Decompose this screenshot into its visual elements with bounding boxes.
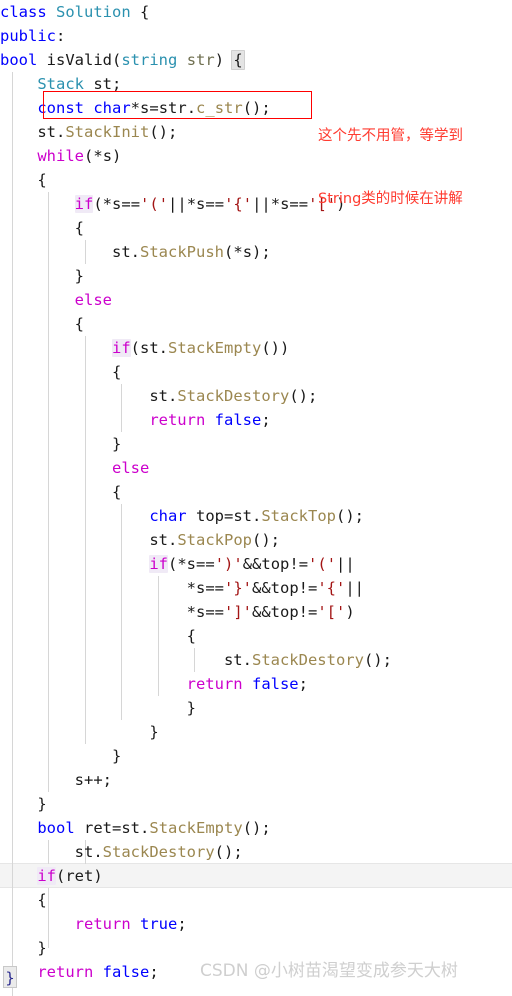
code-line-text: if(st.StackEmpty()): [111, 339, 290, 357]
code-line-text: while(*s): [37, 147, 122, 165]
code-line-text: {: [37, 171, 47, 189]
code-line[interactable]: }: [0, 936, 512, 960]
code-line-text: st.StackPush(*s);: [111, 243, 271, 261]
code-line[interactable]: class Solution {: [0, 0, 512, 24]
code-line[interactable]: else: [0, 288, 512, 312]
code-line-text: }: [186, 699, 196, 717]
code-line-text: *s==']'&&top!='['): [186, 603, 355, 621]
code-line-text: return false;: [186, 675, 308, 693]
code-line-text: if(*s==')'&&top!='('||: [149, 555, 355, 573]
code-line-text: st.StackDestory();: [149, 387, 318, 405]
red-annotation-note: 这个先不用管，等学到 String类的时候在讲解: [318, 84, 463, 252]
code-line-text: char top=st.StackTop();: [149, 507, 364, 525]
code-line[interactable]: st.StackDestory();: [0, 384, 512, 408]
code-line[interactable]: st.StackDestory();: [0, 840, 512, 864]
code-line[interactable]: {: [0, 624, 512, 648]
code-line-text: class Solution {: [0, 3, 150, 21]
code-line-text: return false;: [149, 411, 271, 429]
code-line-text: else: [74, 291, 112, 309]
code-line[interactable]: }: [0, 792, 512, 816]
code-line-text: s++;: [74, 771, 113, 789]
code-line-text: }: [111, 747, 122, 765]
code-line-text: public:: [0, 27, 66, 45]
code-line-text: bool ret=st.StackEmpty();: [37, 819, 271, 837]
code-line-text: return false;: [37, 963, 159, 981]
code-line[interactable]: }: [0, 744, 512, 768]
code-line-text: bool isValid(string str) {: [0, 50, 245, 70]
code-line[interactable]: return false;: [0, 672, 512, 696]
code-line[interactable]: }: [0, 720, 512, 744]
code-line-text: return true;: [74, 915, 187, 933]
code-line[interactable]: {: [0, 888, 512, 912]
code-line-text: st.StackDestory();: [74, 843, 243, 861]
code-line-text: st.StackInit();: [37, 123, 178, 141]
csdn-watermark: CSDN @小树苗渴望变成参天大树: [200, 961, 458, 981]
code-line-text: *s=='}'&&top!='{'||: [186, 579, 365, 597]
red-annotation-note-line1: 这个先不用管，等学到: [318, 128, 463, 144]
code-line[interactable]: return true;: [0, 912, 512, 936]
code-line-text: Stack st;: [37, 75, 122, 93]
code-line-text: {: [37, 891, 47, 909]
code-line[interactable]: bool isValid(string str) {: [0, 48, 512, 72]
code-line[interactable]: {: [0, 480, 512, 504]
code-line[interactable]: st.StackPop();: [0, 528, 512, 552]
code-line-text: }: [37, 939, 47, 957]
code-line[interactable]: bool ret=st.StackEmpty();: [0, 816, 512, 840]
code-line[interactable]: st.StackDestory();: [0, 648, 512, 672]
code-line-text: {: [186, 627, 196, 645]
code-line[interactable]: }: [0, 432, 512, 456]
code-line[interactable]: s++;: [0, 768, 512, 792]
code-line-text: }: [37, 795, 47, 813]
code-line[interactable]: else: [0, 456, 512, 480]
code-line[interactable]: *s==']'&&top!='['): [0, 600, 512, 624]
code-line[interactable]: }: [0, 264, 512, 288]
code-line-text: if(ret): [37, 867, 103, 885]
code-line[interactable]: *s=='}'&&top!='{'||: [0, 576, 512, 600]
code-line-text: st.StackDestory();: [223, 651, 392, 669]
code-line-text: }: [74, 267, 84, 285]
code-line-text: {: [74, 315, 84, 333]
code-line-text: {: [111, 483, 122, 501]
red-annotation-note-line2: String类的时候在讲解: [318, 191, 463, 207]
code-line[interactable]: return false;: [0, 408, 512, 432]
code-line[interactable]: {: [0, 360, 512, 384]
code-line[interactable]: if(st.StackEmpty()): [0, 336, 512, 360]
code-line-text: }: [149, 723, 159, 741]
code-line-text: st.StackPop();: [149, 531, 280, 549]
code-line-text: const char*s=str.c_str();: [37, 99, 271, 117]
code-line[interactable]: {: [0, 312, 512, 336]
code-line-text: {: [74, 219, 84, 237]
code-line[interactable]: if(ret): [0, 864, 512, 888]
closing-brace-glyph: }: [3, 966, 17, 988]
code-line[interactable]: }: [0, 696, 512, 720]
code-line-text: if(*s=='('||*s=='{'||*s=='['): [74, 195, 346, 213]
code-line[interactable]: if(*s==')'&&top!='('||: [0, 552, 512, 576]
code-line-text: {: [111, 363, 122, 381]
code-line[interactable]: public:: [0, 24, 512, 48]
code-line[interactable]: char top=st.StackTop();: [0, 504, 512, 528]
code-editor[interactable]: class Solution { public: bool isValid(st…: [0, 0, 512, 996]
code-line-text: else: [111, 459, 150, 477]
code-line-text: }: [111, 435, 122, 453]
